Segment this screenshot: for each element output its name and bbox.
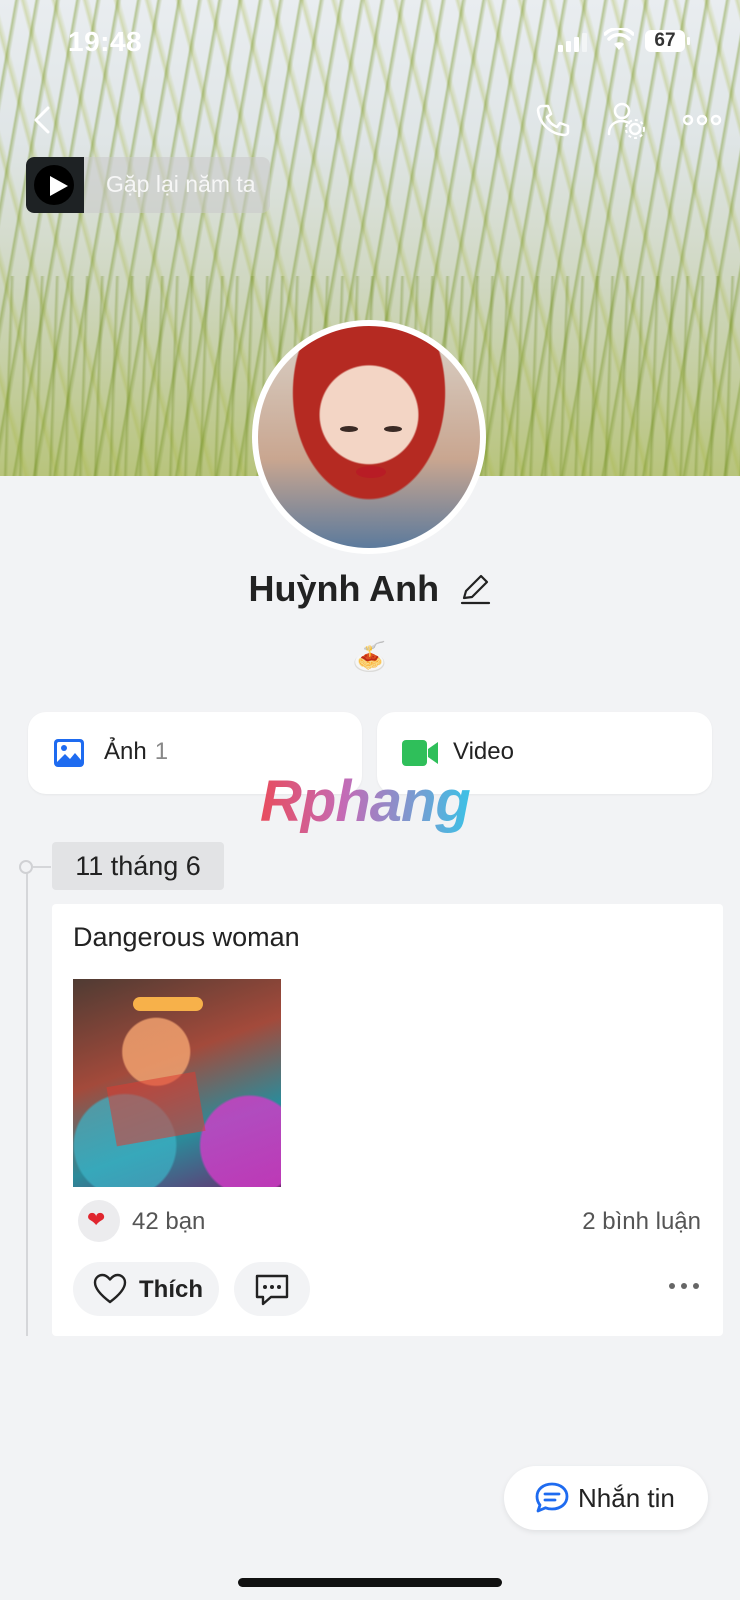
timeline-date: 11 tháng 6 [52, 842, 224, 890]
more-options-icon[interactable] [680, 98, 724, 142]
likes-count[interactable]: 42 bạn [132, 1208, 205, 1236]
status-emoji: 🍝 [352, 641, 387, 672]
comment-button[interactable] [234, 1262, 310, 1316]
music-title: Gặp lại năm ta [106, 171, 256, 197]
timeline-line [26, 866, 28, 1336]
top-bar [0, 96, 740, 146]
profile-name-row: Huỳnh Anh [0, 568, 740, 610]
videos-label: Video [453, 738, 514, 765]
timeline-post[interactable]: Dangerous woman ❤ 42 bạn 2 bình luận Thí… [52, 904, 723, 1336]
status-time: 19:48 [68, 26, 143, 57]
avatar-image [258, 326, 480, 548]
profile-music-player[interactable]: Gặp lại năm ta [26, 157, 270, 213]
send-message-button[interactable]: Nhắn tin [504, 1466, 708, 1530]
heart-outline-icon [93, 1273, 127, 1304]
photos-count: 1 [154, 738, 169, 765]
battery-icon: 67 [645, 30, 690, 52]
home-indicator[interactable] [238, 1578, 502, 1587]
like-label: Thích [139, 1276, 203, 1303]
phone-icon[interactable] [530, 98, 574, 142]
watermark-logo: Rphang [260, 769, 471, 834]
like-button[interactable]: Thích [73, 1262, 219, 1316]
reaction-heart-icon[interactable]: ❤ [78, 1200, 120, 1242]
timeline-dot [19, 860, 33, 874]
status-bar: 19:48 67 [0, 24, 740, 60]
comment-bubble-icon [255, 1274, 289, 1306]
comments-count[interactable]: 2 bình luận [582, 1208, 701, 1236]
chat-icon [535, 1482, 569, 1513]
edit-pencil-icon[interactable] [458, 572, 492, 606]
back-icon[interactable] [24, 100, 64, 140]
signal-icon [558, 33, 587, 52]
video-camera-icon [402, 740, 438, 766]
photos-label: Ảnh [104, 738, 147, 765]
play-icon[interactable] [26, 157, 84, 213]
profile-settings-icon[interactable] [604, 98, 648, 142]
photo-gallery-icon [54, 739, 84, 767]
timeline-connector [33, 866, 51, 868]
post-more-icon[interactable] [667, 1276, 701, 1296]
profile-name: Huỳnh Anh [248, 568, 440, 609]
wifi-icon [604, 28, 634, 50]
post-image[interactable] [73, 979, 281, 1187]
avatar[interactable] [252, 320, 486, 554]
send-message-label: Nhắn tin [578, 1483, 675, 1513]
post-title: Dangerous woman [73, 922, 300, 952]
